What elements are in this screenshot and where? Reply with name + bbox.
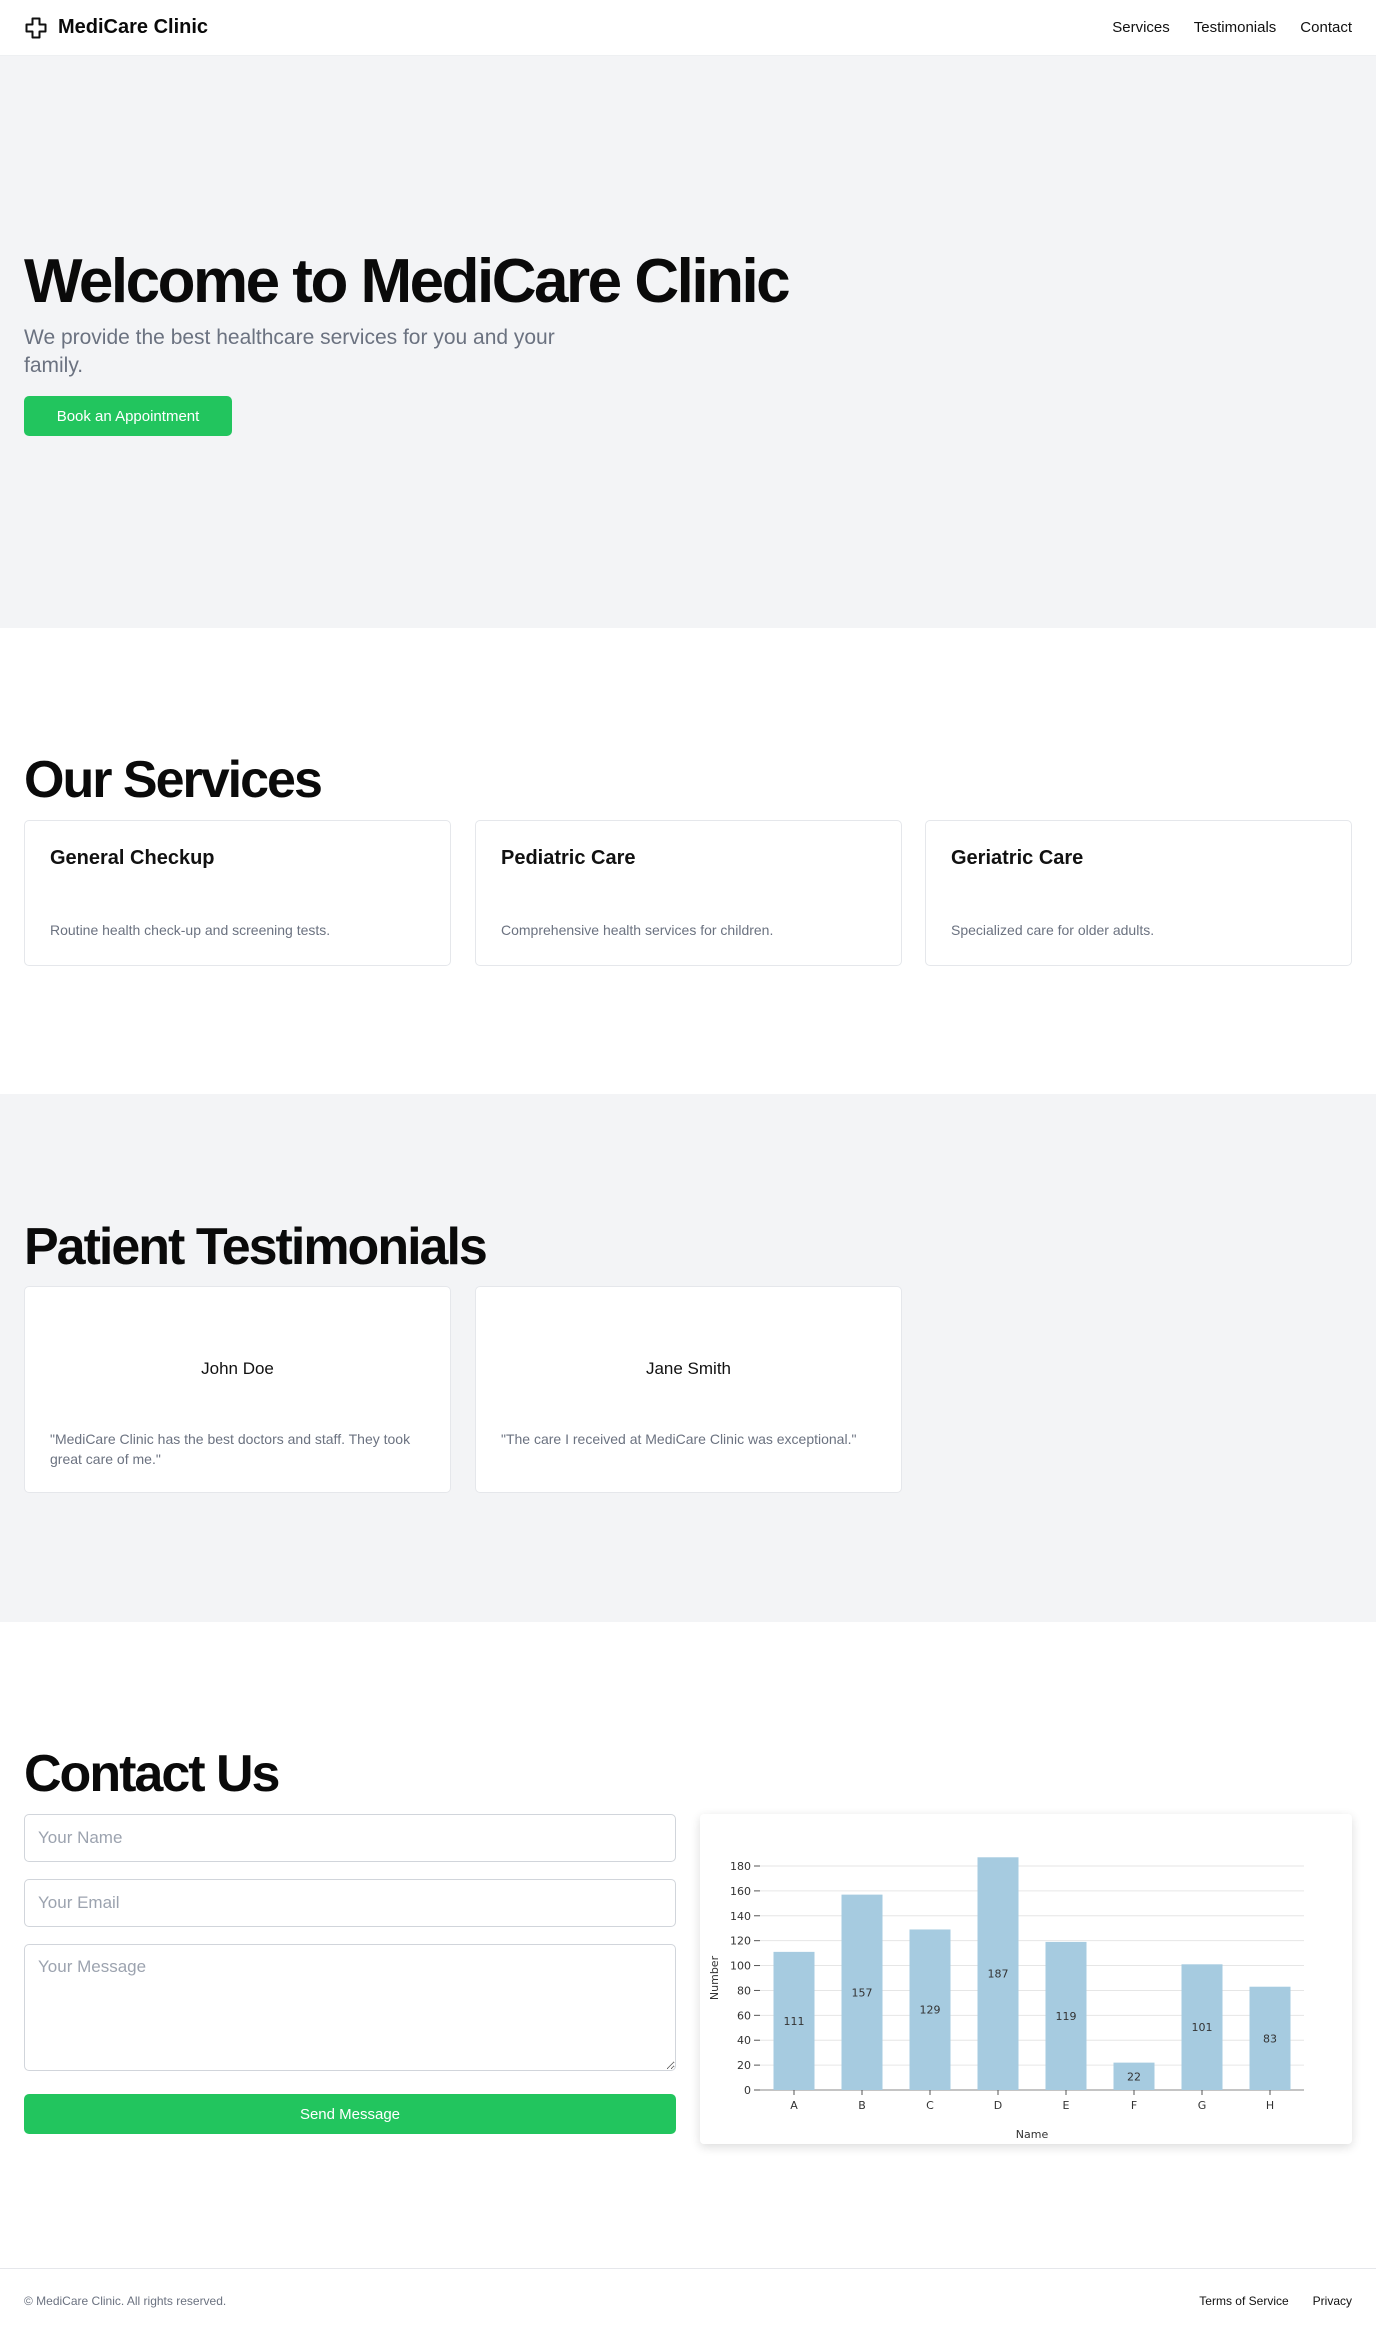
privacy-link[interactable]: Privacy: [1313, 2294, 1352, 2308]
nav-contact[interactable]: Contact: [1300, 19, 1352, 36]
testimonial-card-john-doe: John Doe "MediCare Clinic has the best d…: [24, 1286, 451, 1493]
service-card-pediatric-care: Pediatric Care Comprehensive health serv…: [475, 820, 902, 966]
y-tick-label: 0: [744, 2084, 751, 2097]
y-tick-label: 20: [737, 2059, 751, 2072]
brand[interactable]: MediCare Clinic: [24, 16, 208, 40]
y-tick-label: 60: [737, 2009, 751, 2022]
hero-section: Welcome to MediCare Clinic We provide th…: [0, 56, 1376, 628]
email-input[interactable]: [24, 1879, 676, 1927]
y-tick-label: 100: [730, 1960, 751, 1973]
medical-cross-icon: [25, 17, 47, 38]
testimonial-quote: "The care I received at MediCare Clinic …: [501, 1431, 857, 1447]
bar-value-label: 101: [1192, 2021, 1213, 2034]
y-tick-label: 160: [730, 1885, 751, 1898]
bar-value-label: 129: [920, 2004, 941, 2017]
y-tick-label: 180: [730, 1860, 751, 1873]
brand-name: MediCare Clinic: [58, 16, 209, 38]
bar-value-label: 111: [784, 2015, 805, 2028]
x-tick-label: A: [790, 2099, 798, 2112]
bar-value-label: 119: [1056, 2010, 1077, 2023]
x-tick-label: C: [926, 2099, 934, 2112]
y-tick-label: 120: [730, 1935, 751, 1948]
x-tick-label: G: [1198, 2099, 1207, 2112]
site-footer: © MediCare Clinic. All rights reserved. …: [0, 2268, 1376, 2333]
terms-link[interactable]: Terms of Service: [1199, 2294, 1288, 2308]
x-tick-label: B: [858, 2099, 866, 2112]
name-input[interactable]: [24, 1814, 676, 1862]
y-axis-title: Number: [708, 1955, 721, 2000]
service-title: Geriatric Care: [951, 847, 1084, 869]
x-tick-label: E: [1063, 2099, 1070, 2112]
service-title: General Checkup: [50, 847, 215, 869]
service-card-geriatric-care: Geriatric Care Specialized care for olde…: [925, 820, 1352, 966]
nav-services[interactable]: Services: [1112, 19, 1170, 36]
service-title: Pediatric Care: [501, 847, 636, 869]
y-tick-label: 80: [737, 1984, 751, 1997]
message-textarea[interactable]: [24, 1944, 676, 2071]
services-heading: Our Services: [24, 751, 323, 809]
testimonial-author: John Doe: [201, 1359, 274, 1378]
hero-subtitle: We provide the best healthcare services …: [24, 326, 555, 377]
contact-heading: Contact Us: [24, 1745, 280, 1803]
testimonial-quote: "MediCare Clinic has the best doctors an…: [50, 1431, 411, 1467]
footer-links: Terms of Service Privacy: [1199, 2294, 1352, 2308]
bar-value-label: 157: [852, 1986, 873, 1999]
bar-value-label: 187: [988, 1968, 1009, 1981]
nav-testimonials[interactable]: Testimonials: [1194, 19, 1277, 36]
x-axis-title: Name: [1016, 2128, 1049, 2141]
bar-value-label: 22: [1127, 2070, 1141, 2083]
service-description: Routine health check-up and screening te…: [50, 922, 331, 938]
main-nav: Services Testimonials Contact: [1112, 19, 1352, 36]
service-card-general-checkup: General Checkup Routine health check-up …: [24, 820, 451, 966]
bar-chart: 0 20 40 60 80 100 120 140 160 180 111 A 157 B 129 C 187 D…: [708, 1857, 1304, 2141]
x-tick-label: D: [994, 2099, 1002, 2112]
send-message-button[interactable]: Send Message: [24, 2094, 676, 2134]
x-tick-label: H: [1266, 2099, 1274, 2112]
y-tick-label: 40: [737, 2034, 751, 2047]
x-tick-label: F: [1131, 2099, 1137, 2112]
site-header: MediCare Clinic Services Testimonials Co…: [0, 0, 1376, 56]
service-description: Comprehensive health services for childr…: [501, 922, 774, 938]
book-appointment-button[interactable]: Book an Appointment: [24, 396, 232, 436]
service-description: Specialized care for older adults.: [951, 922, 1155, 938]
testimonial-card-jane-smith: Jane Smith "The care I received at MediC…: [475, 1286, 902, 1493]
hero-title: Welcome to MediCare Clinic: [24, 247, 791, 316]
bar-value-label: 83: [1263, 2032, 1277, 2045]
y-tick-label: 140: [730, 1910, 751, 1923]
chart-card: 0 20 40 60 80 100 120 140 160 180 111 A 157 B 129 C 187 D…: [700, 1814, 1352, 2144]
testimonials-heading: Patient Testimonials: [24, 1218, 488, 1276]
testimonial-author: Jane Smith: [645, 1359, 732, 1378]
copyright-text: © MediCare Clinic. All rights reserved.: [24, 2294, 227, 2308]
